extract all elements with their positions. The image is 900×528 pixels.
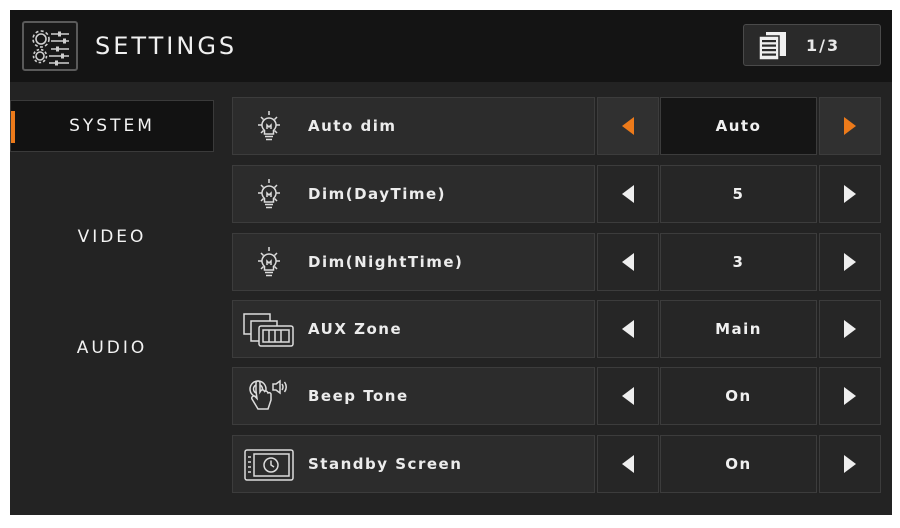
increase-button[interactable] <box>819 233 881 291</box>
setting-label-box: Dim(NightTime) <box>232 233 595 291</box>
arrow-left-icon <box>622 185 634 203</box>
setting-label-box: Beep Tone <box>232 367 595 425</box>
setting-label-box: Dim(DayTime) <box>232 165 595 223</box>
setting-row-auto-dim: Auto dim Auto <box>232 97 882 155</box>
decrease-button[interactable] <box>597 300 659 358</box>
arrow-left-icon <box>622 117 634 135</box>
setting-label-box: Standby Screen <box>232 435 595 493</box>
increase-button[interactable] <box>819 165 881 223</box>
arrow-right-icon <box>844 253 856 271</box>
increase-button[interactable] <box>819 435 881 493</box>
tab-video[interactable]: VIDEO <box>10 211 214 263</box>
lightbulb-icon <box>258 247 280 277</box>
arrow-left-icon <box>622 253 634 271</box>
setting-label: Dim(DayTime) <box>308 185 446 203</box>
page-indicator-text: 1/3 <box>806 36 841 55</box>
setting-label: Dim(NightTime) <box>308 253 464 271</box>
arrow-right-icon <box>844 387 856 405</box>
header-bar: SETTINGS 1/3 <box>10 10 892 82</box>
setting-label-box: AUX Zone <box>232 300 595 358</box>
decrease-button[interactable] <box>597 165 659 223</box>
decrease-button[interactable] <box>597 435 659 493</box>
active-tab-marker <box>11 111 15 143</box>
arrow-left-icon <box>622 455 634 473</box>
lightbulb-icon <box>258 111 280 141</box>
increase-button[interactable] <box>819 97 881 155</box>
setting-row-dim-daytime: Dim(DayTime) 5 <box>232 165 882 223</box>
arrow-right-icon <box>844 185 856 203</box>
arrow-right-icon <box>844 117 856 135</box>
decrease-button[interactable] <box>597 97 659 155</box>
increase-button[interactable] <box>819 367 881 425</box>
setting-value: 3 <box>660 233 817 291</box>
arrow-left-icon <box>622 387 634 405</box>
setting-value: 5 <box>660 165 817 223</box>
arrow-right-icon <box>844 320 856 338</box>
setting-value: On <box>660 367 817 425</box>
tab-audio-label: AUDIO <box>76 338 148 358</box>
setting-label: Beep Tone <box>308 387 409 405</box>
pages-icon <box>758 32 786 61</box>
setting-value: Auto <box>660 97 817 155</box>
setting-label-box: Auto dim <box>232 97 595 155</box>
setting-value: On <box>660 435 817 493</box>
arrow-right-icon <box>844 455 856 473</box>
setting-label: AUX Zone <box>308 320 403 338</box>
beep-touch-icon <box>249 379 287 410</box>
increase-button[interactable] <box>819 300 881 358</box>
setting-row-aux-zone: AUX Zone Main <box>232 300 882 358</box>
setting-row-dim-nighttime: Dim(NightTime) 3 <box>232 233 882 291</box>
tab-system-label: SYSTEM <box>69 116 155 136</box>
page-indicator[interactable]: 1/3 <box>743 24 881 66</box>
tab-system[interactable]: SYSTEM <box>10 100 214 152</box>
setting-label: Auto dim <box>308 117 397 135</box>
setting-row-standby-screen: Standby Screen On <box>232 435 882 493</box>
setting-value: Main <box>660 300 817 358</box>
setting-row-beep-tone: Beep Tone On <box>232 367 882 425</box>
tab-audio[interactable]: AUDIO <box>10 322 214 374</box>
decrease-button[interactable] <box>597 367 659 425</box>
tab-video-label: VIDEO <box>77 227 147 247</box>
aux-zone-icon <box>243 313 294 347</box>
setting-label: Standby Screen <box>308 455 463 473</box>
decrease-button[interactable] <box>597 233 659 291</box>
arrow-left-icon <box>622 320 634 338</box>
standby-clock-icon <box>244 449 294 481</box>
lightbulb-icon <box>258 179 280 209</box>
page-title: SETTINGS <box>95 32 238 60</box>
settings-gears-icon <box>22 21 78 71</box>
settings-screen: SETTINGS 1/3 SYSTEM VIDEO AUDIO Auto dim… <box>10 10 892 515</box>
